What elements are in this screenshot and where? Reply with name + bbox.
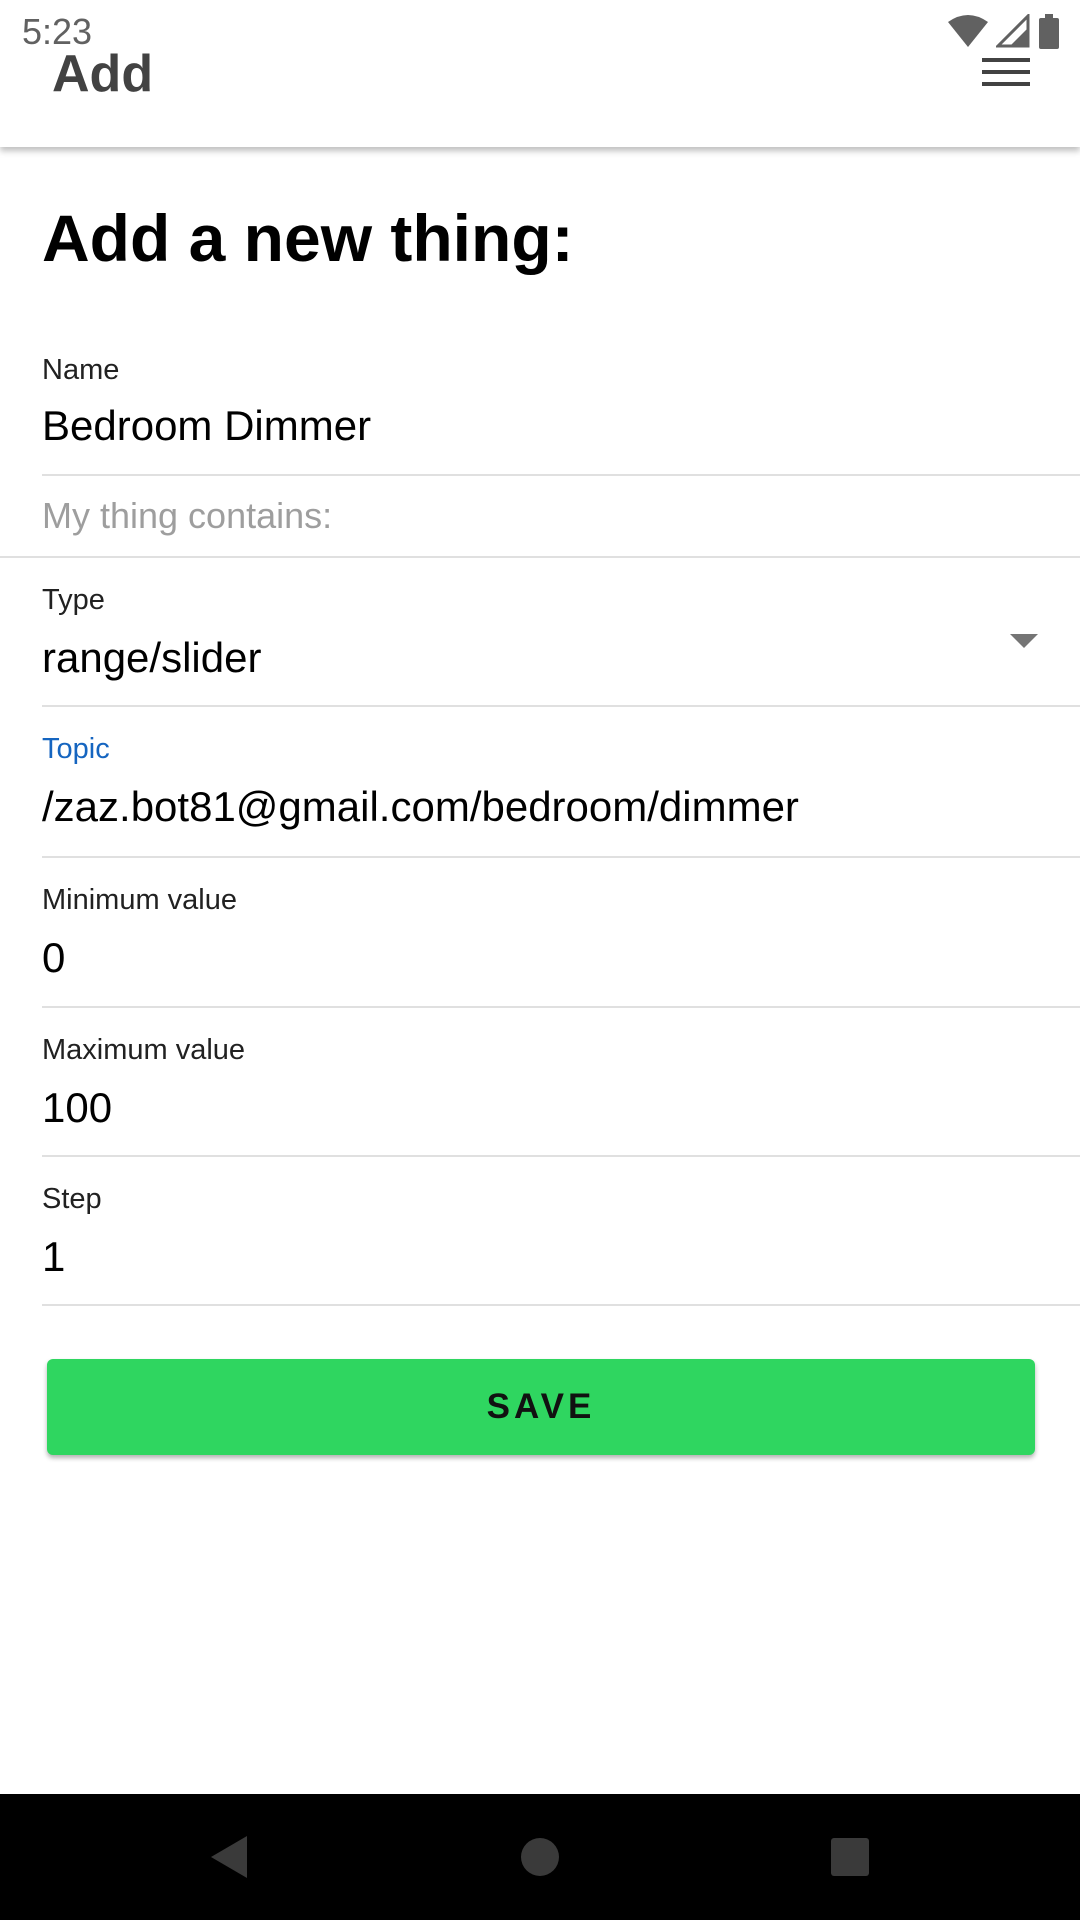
topic-label: Topic [42,733,110,765]
battery-icon [1039,14,1059,49]
app-title: Add [52,45,154,103]
section-divider [0,556,1080,558]
type-label: Type [42,584,105,616]
name-label: Name [42,354,120,386]
back-button[interactable] [196,1824,262,1890]
step-input[interactable]: 1 [42,1231,65,1283]
save-button[interactable]: SAVE [47,1359,1035,1455]
name-input[interactable]: Bedroom Dimmer [42,400,371,452]
contains-subtitle: My thing contains: [42,495,333,536]
minimum-value-field[interactable]: Minimum value 0 [42,880,1080,1008]
signal-icon [996,14,1030,48]
minimum-value-label: Minimum value [42,884,237,916]
maximum-value-label: Maximum value [42,1034,246,1066]
minimum-value-input[interactable]: 0 [42,932,65,984]
wifi-icon [948,15,988,47]
status-icons [948,14,1060,49]
recents-button[interactable] [817,1824,883,1890]
page-heading: Add a new thing: [42,201,574,275]
topic-input[interactable]: /zaz.bot81@gmail.com/bedroom/dimmer [42,781,799,833]
add-thing-screen: 5:23 Add Add a new thing: Name Bedroom D… [0,0,1080,1920]
home-icon [521,1838,559,1876]
step-field[interactable]: Step 1 [42,1179,1080,1306]
home-button[interactable] [507,1824,573,1890]
back-icon [211,1836,247,1878]
maximum-value-input[interactable]: 100 [42,1082,112,1134]
recents-icon [831,1838,869,1876]
dropdown-arrow-icon[interactable] [1010,634,1038,648]
type-selected-value: range/slider [42,634,262,681]
step-label: Step [42,1183,102,1215]
topic-field[interactable]: Topic /zaz.bot81@gmail.com/bedroom/dimme… [42,729,1080,858]
hamburger-menu-icon[interactable] [978,52,1034,92]
save-button-label: SAVE [486,1387,596,1426]
navigation-bar [0,1794,1080,1920]
maximum-value-field[interactable]: Maximum value 100 [42,1030,1080,1157]
type-dropdown[interactable]: Type range/slider [42,578,1080,707]
app-bar: 5:23 Add [0,0,1080,147]
name-field[interactable]: Name Bedroom Dimmer [42,346,1080,476]
